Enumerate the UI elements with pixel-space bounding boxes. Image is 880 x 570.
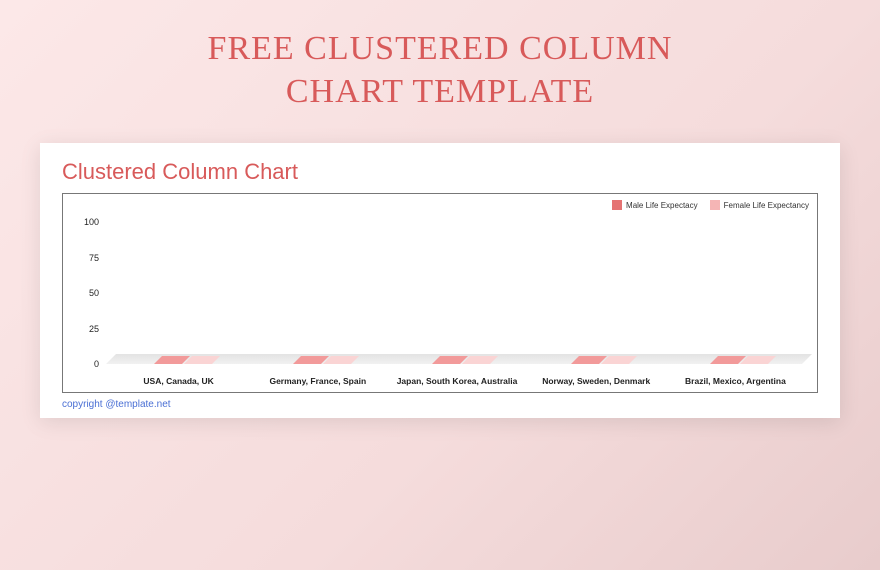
legend: Male Life Expectacy Female Life Expectan…: [612, 200, 809, 210]
x-axis-label: Brazil, Mexico, Argentina: [666, 376, 805, 386]
x-axis-labels: USA, Canada, UKGermany, France, SpainJap…: [109, 376, 805, 386]
chart-box: Male Life Expectacy Female Life Expectan…: [62, 193, 818, 393]
y-axis: 0255075100: [63, 222, 105, 364]
y-tick: 75: [89, 253, 99, 263]
x-axis-label: USA, Canada, UK: [109, 376, 248, 386]
legend-label-female: Female Life Expectancy: [724, 201, 809, 210]
page-title-line1: FREE CLUSTERED COLUMN: [0, 28, 880, 71]
x-axis-label: Japan, South Korea, Australia: [387, 376, 526, 386]
bars-row: [109, 222, 805, 364]
legend-item-male: Male Life Expectacy: [612, 200, 698, 210]
chart-title: Clustered Column Chart: [62, 159, 818, 185]
x-axis-label: Norway, Sweden, Denmark: [527, 376, 666, 386]
legend-swatch-female: [710, 200, 720, 210]
legend-item-female: Female Life Expectancy: [710, 200, 809, 210]
copyright-text: copyright @template.net: [62, 399, 818, 410]
x-axis-label: Germany, France, Spain: [248, 376, 387, 386]
legend-label-male: Male Life Expectacy: [626, 201, 698, 210]
chart-card: Clustered Column Chart Male Life Expecta…: [40, 143, 840, 418]
y-tick: 25: [89, 324, 99, 334]
plot-area: [109, 222, 805, 364]
page-title-line2: CHART TEMPLATE: [0, 71, 880, 114]
y-tick: 100: [84, 217, 99, 227]
legend-swatch-male: [612, 200, 622, 210]
y-tick: 0: [94, 359, 99, 369]
y-tick: 50: [89, 288, 99, 298]
page-title: FREE CLUSTERED COLUMN CHART TEMPLATE: [0, 0, 880, 113]
